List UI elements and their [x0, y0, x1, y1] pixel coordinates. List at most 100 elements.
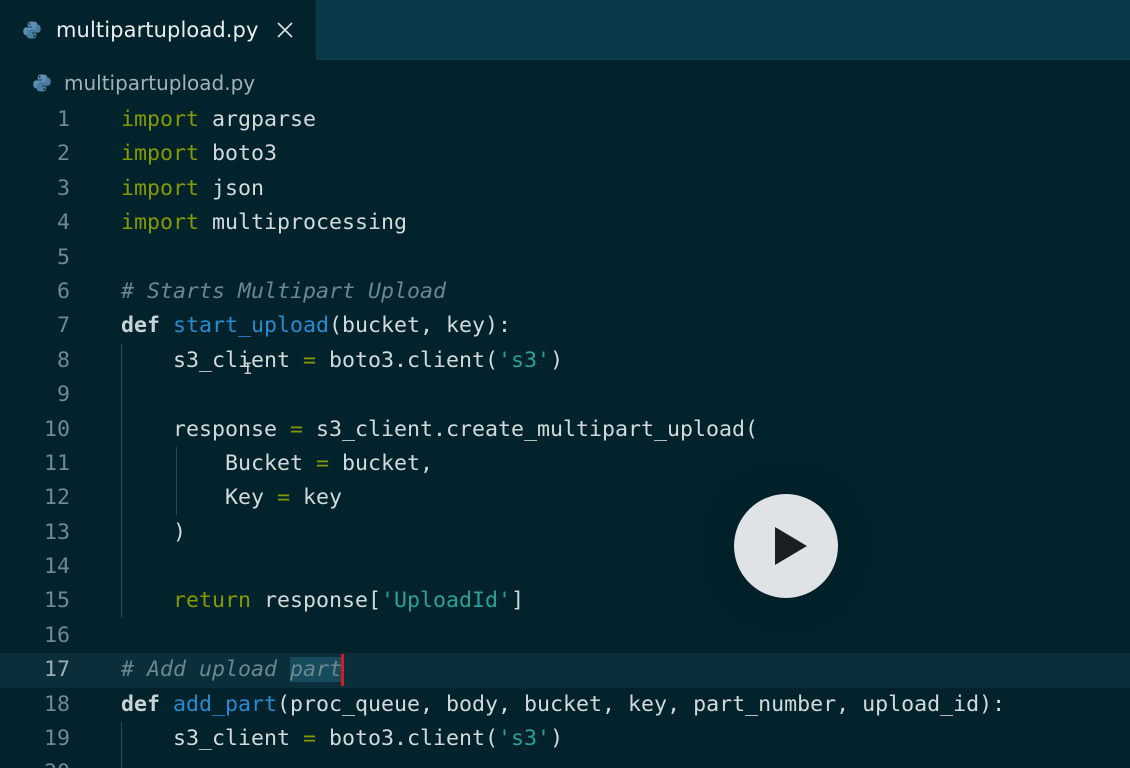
code-line[interactable]: 1 import argparse — [0, 103, 1130, 137]
code-text: import multiprocessing — [121, 206, 407, 240]
code-text: import json — [121, 172, 264, 206]
code-token: # Add upload — [121, 657, 291, 683]
code-token: ] — [511, 588, 525, 614]
close-icon[interactable] — [275, 20, 295, 40]
line-number: 1 — [56, 107, 70, 132]
code-text: Key = key — [121, 481, 342, 515]
code-line[interactable]: 9 — [0, 378, 1130, 412]
code-token: = — [290, 416, 304, 442]
line-number: 2 — [56, 141, 70, 167]
code-text: def start_upload(bucket, key): — [121, 309, 511, 343]
code-token: s3_client.create_multipart_upload( — [303, 416, 759, 442]
line-number: 18 — [43, 691, 70, 717]
line-number: 17 — [43, 657, 70, 683]
code-text: import argparse — [121, 103, 316, 137]
line-number: 10 — [43, 416, 70, 442]
python-file-icon — [32, 73, 52, 93]
code-token: (bucket, key): — [329, 313, 512, 339]
line-number: 9 — [56, 382, 70, 408]
code-token: boto3.client( — [316, 347, 499, 373]
line-number: 7 — [56, 313, 70, 339]
code-line[interactable]: 4 import multiprocessing — [0, 206, 1130, 240]
code-token: Key — [121, 485, 278, 511]
code-line[interactable]: 13 ) — [0, 516, 1130, 550]
code-token: 's3' — [498, 347, 551, 373]
line-number: 20 — [0, 756, 70, 768]
code-text: response = s3_client.create_multipart_up… — [121, 413, 758, 447]
code-text: return response['UploadId'] — [121, 584, 524, 618]
breadcrumb-file-label: multipartupload.py — [64, 71, 256, 95]
code-text: # Add upload part — [121, 653, 345, 687]
code-token: ) — [121, 519, 187, 545]
code-text: # Starts Multipart Upload — [121, 275, 446, 309]
code-line[interactable]: 8 s3_client = boto3.client('s3') — [0, 344, 1130, 378]
code-line[interactable]: 2 import boto3 — [0, 137, 1130, 171]
code-token: import — [121, 175, 200, 201]
code-token: = — [277, 485, 291, 511]
code-token: s3_client — [121, 726, 304, 752]
code-token: import — [121, 107, 200, 132]
tab-label: multipartupload.py — [56, 18, 259, 42]
code-line[interactable]: 7 def start_upload(bucket, key): — [0, 309, 1130, 343]
code-token: json — [199, 175, 265, 201]
code-line[interactable]: 5 — [0, 241, 1130, 275]
code-text: def add_part(proc_queue, body, bucket, k… — [121, 688, 1005, 722]
play-icon — [775, 527, 807, 565]
breadcrumb[interactable]: multipartupload.py — [32, 68, 255, 98]
code-line[interactable]: 10 response = s3_client.create_multipart… — [0, 413, 1130, 447]
code-token: part — [290, 657, 343, 683]
line-number: 16 — [43, 622, 70, 648]
code-token: = — [303, 347, 317, 373]
code-line[interactable]: 18 def add_part(proc_queue, body, bucket,… — [0, 688, 1130, 722]
code-token: return — [173, 588, 252, 614]
code-line[interactable]: 15 return response['UploadId'] — [0, 584, 1130, 618]
code-token: bucket, — [329, 450, 434, 476]
code-token: 'UploadId' — [381, 588, 512, 614]
line-number: 8 — [56, 347, 70, 373]
code-token: import — [121, 210, 200, 236]
code-token: multiprocessing — [199, 210, 408, 236]
code-line[interactable]: 20 — [0, 756, 1130, 768]
tab-multipartupload-py[interactable]: multipartupload.py — [0, 0, 316, 60]
code-area[interactable]: 1 import argparse 2 import boto3 3 import jso… — [0, 103, 1130, 768]
code-editor-window: multipartupload.py multipartupload.py 1 i… — [0, 0, 1130, 768]
line-number: 14 — [43, 554, 70, 580]
code-token: start_upload — [173, 313, 330, 339]
code-token: response — [121, 416, 291, 442]
code-token: response[ — [251, 588, 382, 614]
code-text: Bucket = bucket, — [121, 447, 433, 481]
code-token: ) — [550, 347, 564, 373]
line-number: 19 — [43, 726, 70, 752]
code-line[interactable]: 16 — [0, 619, 1130, 653]
text-caret — [341, 654, 345, 687]
code-text: s3_client = boto3.client('s3') — [121, 344, 563, 378]
code-token: def — [121, 313, 161, 339]
code-token: argparse — [199, 107, 317, 132]
code-text: s3_client = boto3.client('s3') — [121, 722, 563, 756]
code-text: import boto3 — [121, 137, 277, 171]
code-token: key — [290, 485, 343, 511]
code-token: = — [316, 450, 330, 476]
code-line[interactable]: 17 # Add upload part — [0, 653, 1130, 688]
code-line[interactable]: 19 s3_client = boto3.client('s3') — [0, 722, 1130, 756]
code-token: 's3' — [498, 726, 551, 752]
code-line[interactable]: 6 # Starts Multipart Upload — [0, 275, 1130, 309]
play-button[interactable] — [734, 494, 838, 598]
code-token: s3_client — [121, 347, 304, 373]
code-text: ) — [121, 516, 186, 550]
line-number: 12 — [43, 485, 70, 511]
code-token: def — [121, 691, 161, 717]
code-line[interactable]: 11 Bucket = bucket, — [0, 447, 1130, 481]
line-number: 11 — [43, 450, 70, 476]
code-line[interactable]: 14 — [0, 550, 1130, 584]
code-line[interactable]: 3 import json — [0, 172, 1130, 206]
code-token: (proc_queue, body, bucket, key, part_num… — [277, 691, 1006, 717]
code-token: add_part — [173, 691, 278, 717]
python-file-icon — [22, 20, 42, 40]
line-number: 15 — [43, 588, 70, 614]
code-token: boto3 — [199, 141, 278, 167]
text-cursor-ibeam-icon: I — [243, 359, 253, 378]
code-line[interactable]: 12 Key = key — [0, 481, 1130, 515]
